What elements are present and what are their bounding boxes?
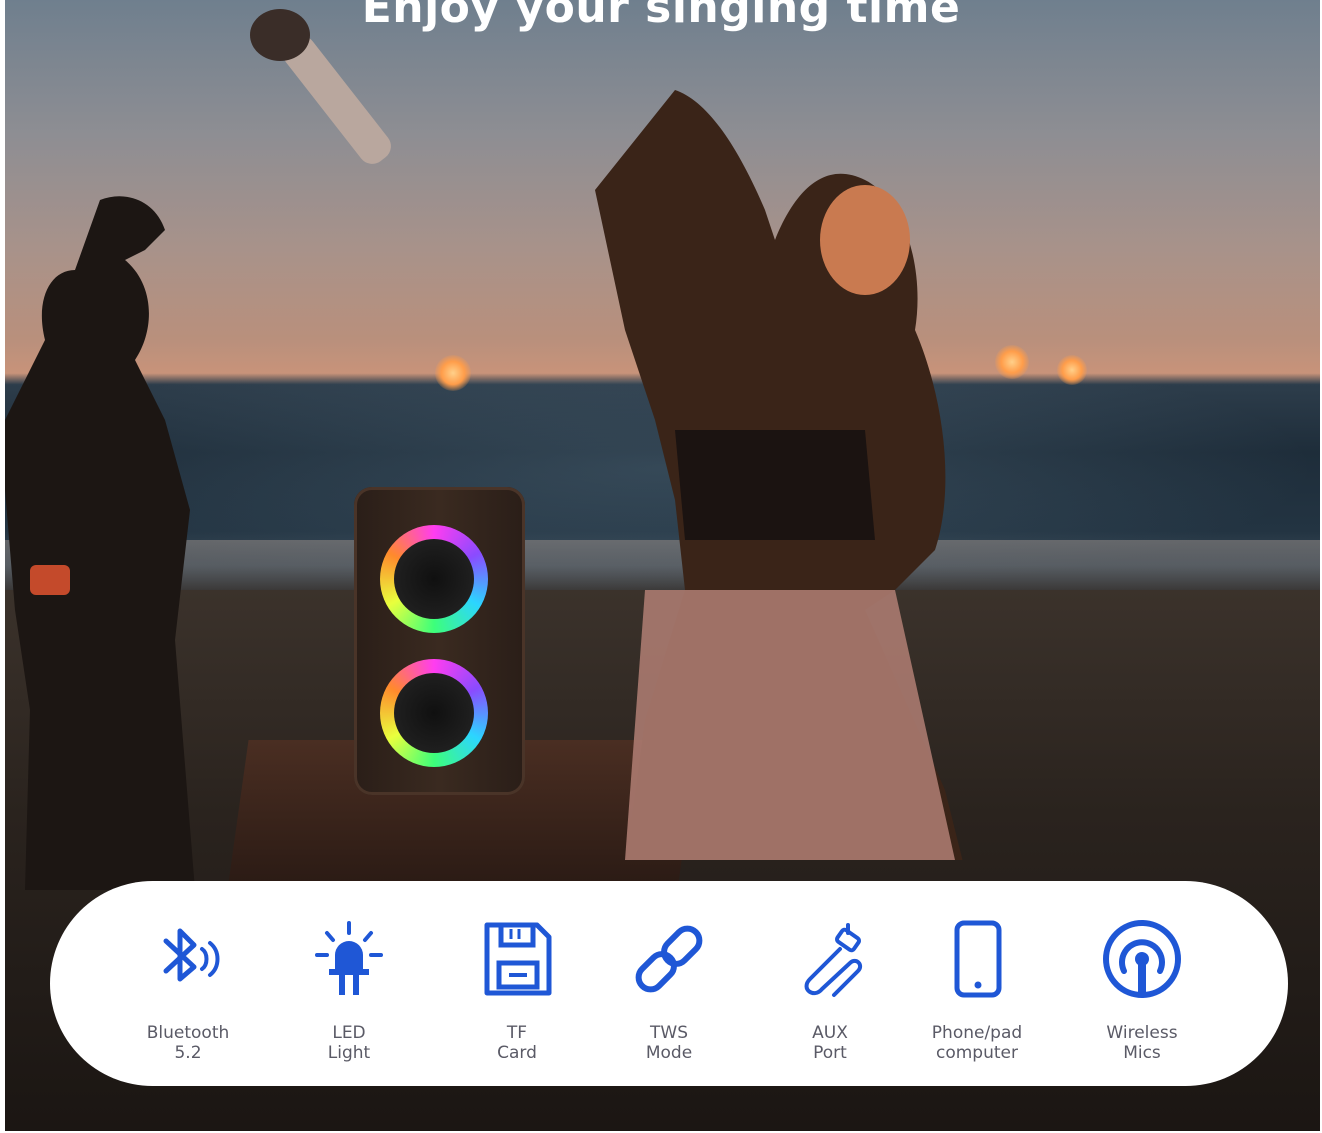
feature-tws-mode: TWS Mode <box>599 919 739 1063</box>
feature-tf-card: TF Card <box>447 919 587 1063</box>
feature-label: LED Light <box>327 1023 371 1063</box>
feature-phone-pad: Phone/pad computer <box>907 919 1047 1063</box>
link-icon <box>635 925 703 993</box>
woman-dancing <box>595 90 963 860</box>
feature-wireless-mics: Wireless Mics <box>1072 919 1212 1063</box>
wireless-broadcast-icon <box>1103 920 1181 998</box>
bokeh-light <box>1057 355 1087 385</box>
bokeh-light <box>995 345 1029 379</box>
aux-cable-icon <box>804 923 863 997</box>
feature-bluetooth: Bluetooth 5.2 <box>118 919 258 1063</box>
feature-label: TF Card <box>497 1023 537 1063</box>
feature-led-light: LED Light <box>279 919 419 1063</box>
background-dancer <box>5 196 195 890</box>
feature-label: Wireless Mics <box>1106 1023 1178 1063</box>
feature-label: TWS Mode <box>645 1023 693 1063</box>
feature-label: Bluetooth 5.2 <box>146 1023 230 1063</box>
headline: Enjoy your singing time <box>361 0 961 33</box>
led-light-icon <box>315 921 383 995</box>
bokeh-light <box>435 355 471 391</box>
bluetooth-icon <box>163 928 220 982</box>
feature-label: AUX Port <box>812 1023 848 1063</box>
feature-label: Phone/pad computer <box>931 1023 1023 1063</box>
feature-bar: Bluetooth 5.2 LED Light TF Card TWS Mode… <box>50 881 1288 1086</box>
party-speaker <box>354 487 525 795</box>
tf-card-icon <box>484 922 552 996</box>
speaker-led-ring-bottom <box>380 659 488 767</box>
speaker-led-ring-top <box>380 525 488 633</box>
phone-icon <box>954 920 1002 998</box>
feature-aux-port: AUX Port <box>760 919 900 1063</box>
